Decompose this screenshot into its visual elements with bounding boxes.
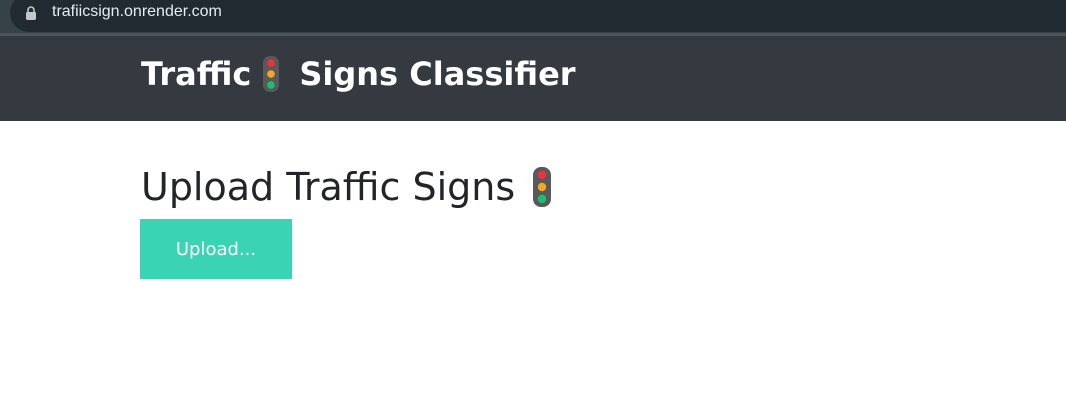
browser-address-bar: trafiicsign.onrender.com [0, 0, 1066, 36]
navbar: Traffic Signs Classifier [0, 36, 1066, 121]
page-title-text: Upload Traffic Signs [141, 165, 516, 209]
url-text[interactable]: trafiicsign.onrender.com [52, 1, 222, 23]
navbar-brand[interactable]: Traffic Signs Classifier [141, 54, 576, 94]
traffic-light-icon [533, 167, 552, 207]
brand-text-end: Signs Classifier [299, 55, 576, 93]
lock-icon [26, 6, 36, 20]
traffic-light-icon [263, 56, 280, 92]
upload-button[interactable]: Upload... [140, 219, 292, 279]
brand-text-start: Traffic [141, 55, 252, 93]
page-title: Upload Traffic Signs [141, 162, 552, 212]
